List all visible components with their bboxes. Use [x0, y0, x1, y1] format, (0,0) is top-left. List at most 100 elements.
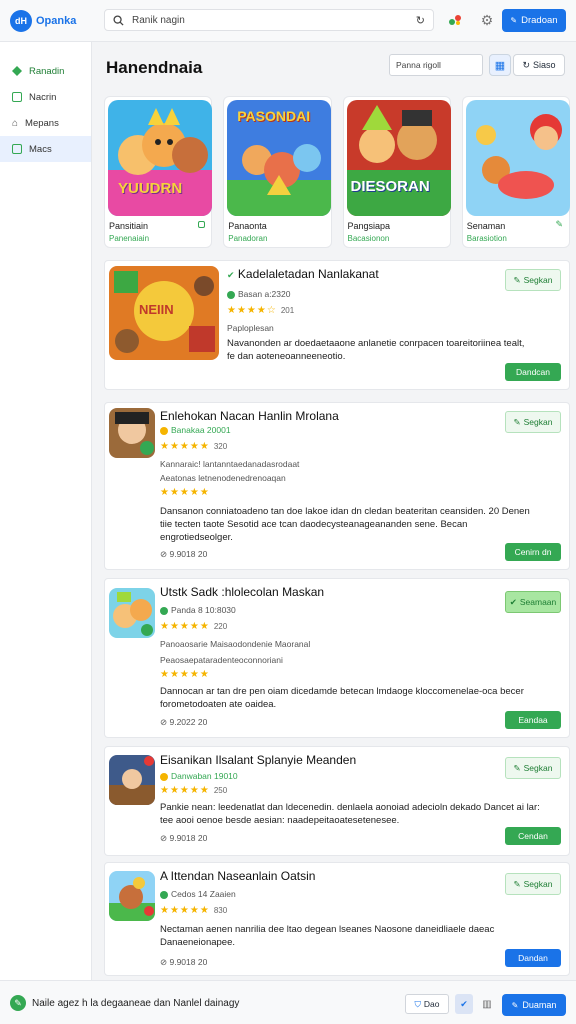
download-button[interactable]: Cenirn dn [505, 543, 561, 561]
app-title: Eisanikan Ilsalant Splanyie Meanden [160, 753, 357, 767]
rating-stars: ★★★★★ 830 [160, 905, 227, 916]
app-icon [109, 871, 155, 921]
calendar-button[interactable]: ▦ [489, 54, 511, 76]
pen-icon: ✎ [510, 16, 518, 25]
check-icon: ✔ [227, 270, 235, 280]
featured-card[interactable]: Senaman Barasiotion ✎ [461, 96, 570, 248]
tag-button[interactable]: ✎ Segkan [505, 269, 561, 291]
featured-name: Panaonta [228, 221, 267, 231]
app-icon: NEIIN [109, 266, 219, 360]
featured-card[interactable]: YUUDRN Pansitiain Panenaiain [104, 96, 213, 248]
refresh-icon[interactable]: ↻ [416, 14, 425, 27]
app-title: ✔ Kadelaletadan Nanlakanat [227, 267, 379, 281]
sidebar-item-label: Ranadin [29, 65, 65, 77]
bell-icon: ⌂ [12, 117, 19, 129]
app-subtitle: Kannaraic! lantanntaedanadasrodaat [160, 459, 300, 469]
app-card[interactable]: Enlehokan Nacan Hanlin Mrolana Banakaa 2… [104, 402, 570, 570]
app-dev: Panda 8 10:8030 [160, 605, 236, 615]
rating-count: 220 [213, 622, 228, 631]
app-dev-text: Panda 8 10:8030 [171, 605, 236, 615]
app-card[interactable]: Utstk Sadk :hlolecolan Maskan Panda 8 10… [104, 578, 570, 738]
stars-text: ★★★★★ [160, 905, 210, 916]
sidebar-item-3[interactable]: Macs [0, 136, 91, 162]
tag-button[interactable]: ✔ Seamaan [505, 591, 561, 613]
featured-sub: Bacasionon [347, 234, 390, 243]
featured-card[interactable]: DIESORAN Pangsiapa Bacasionon [342, 96, 451, 248]
tag-button[interactable]: ✎ Segkan [505, 757, 561, 779]
app-icon [109, 408, 155, 458]
stars-text: ★★★★★ [160, 621, 210, 632]
sort-button[interactable]: ↻ Siaso [513, 54, 565, 76]
app-icon [109, 588, 155, 638]
app-category: Paploplesan [227, 323, 274, 333]
app-subtitle-2: Aeatonas letnenodenedrenoaqan [160, 473, 286, 483]
featured-art-text: PASONDAI [237, 108, 311, 124]
featured-card[interactable]: PASONDAI Panaonta Panadoran [223, 96, 332, 248]
calendar-icon: ▦ [494, 59, 506, 72]
grid-icon: ▥ [482, 998, 492, 1010]
app-description: Navanonden ar doedaetaaone anlanetie con… [227, 338, 525, 362]
stars-text: ★★★★★ [160, 785, 210, 796]
featured-sub: Barasiotion [466, 234, 507, 243]
app-title-text: Kadelaletadan Nanlakanat [237, 267, 379, 281]
top-primary-button[interactable]: ✎ Dradoan [502, 9, 566, 32]
tag-button[interactable]: ✎ Segkan [505, 873, 561, 895]
brand[interactable]: dH Opanka [10, 9, 76, 32]
featured-name: Senaman [466, 221, 506, 231]
verified-icon [227, 290, 235, 299]
tag-icon: ✔ [509, 596, 517, 607]
download-button[interactable]: Dandcan [505, 363, 561, 381]
rating-count: 320 [213, 442, 228, 451]
tag-icon: ✎ [513, 878, 521, 889]
status-text: Naile agez h la degaaneae dan Nanlel dai… [32, 998, 240, 1009]
app-dev: Banakaa 20001 [160, 425, 231, 435]
app-card[interactable]: Eisanikan Ilsalant Splanyie Meanden Danw… [104, 746, 570, 856]
tag-label: Segkan [523, 275, 553, 285]
app-dev-text: Banakaa 20001 [171, 425, 231, 435]
apps-colorful-icon[interactable] [446, 11, 464, 29]
app-meta: ⊘ 9.9018 20 [160, 549, 208, 559]
sidebar-item-0[interactable]: Ranadin [0, 58, 91, 84]
sort-icon: ↻ [522, 59, 531, 70]
sidebar-item-label: Mepans [25, 117, 59, 129]
download-button[interactable]: Dandan [505, 949, 561, 967]
bottom-primary-button[interactable]: ✎ Duaman [502, 994, 566, 1016]
app-card[interactable]: A Ittendan Naseanlain Oatsin Cedos 14 Za… [104, 862, 570, 976]
featured-art: DIESORAN [346, 100, 451, 216]
settings-gear-icon[interactable]: ⚙ [478, 11, 496, 29]
tag-label: Seamaan [519, 597, 557, 607]
app-description: Dansanon conniatoadeno tan doe lakoe ida… [160, 506, 530, 543]
sidebar-item-2[interactable]: ⌂ Mepans [0, 110, 91, 136]
app-card[interactable]: NEIIN ✔ Kadelaletadan Nanlakanat Basan a… [104, 260, 570, 390]
app-description: Nectaman aenen nanrilia dee ltao degean … [160, 924, 495, 948]
app-dev-text: Cedos 14 Zaaien [171, 889, 236, 899]
home-icon [12, 66, 22, 76]
filter-input[interactable]: Panna rigoll [389, 54, 483, 76]
pen-icon: ✎ [511, 1000, 519, 1010]
grid-button[interactable]: ▥ [479, 994, 495, 1014]
bottom-secondary-button[interactable]: ⛉ Dao [405, 994, 449, 1014]
rating-count: 830 [213, 906, 228, 915]
rating-stars: ★★★★★ 250 [160, 785, 227, 796]
check-icon: ✔ [460, 998, 468, 1009]
download-button[interactable]: Cendan [505, 827, 561, 845]
check-button[interactable]: ✔ [455, 994, 473, 1014]
featured-sub: Panenaiain [109, 234, 150, 243]
tag-label: Segkan [523, 879, 553, 889]
sidebar-item-1[interactable]: Nacrin [0, 84, 91, 110]
app-dev: Danwaban 19010 [160, 771, 238, 781]
rating-count: 250 [213, 786, 228, 795]
featured-art-text: DIESORAN [350, 178, 430, 195]
tag-button[interactable]: ✎ Segkan [505, 411, 561, 433]
mail-icon [12, 144, 22, 154]
featured-sub: Panadoran [228, 234, 268, 243]
search-input[interactable]: Ranik nagin ↻ [104, 9, 434, 31]
app-icon [109, 755, 155, 805]
featured-name: Pansitiain [109, 221, 149, 231]
edit-icon: ✎ [555, 219, 563, 229]
bottom-bar: ✎ Naile agez h la degaaneae dan Nanlel d… [0, 980, 576, 1024]
download-button[interactable]: Eandaa [505, 711, 561, 729]
featured-art-text: YUUDRN [118, 180, 183, 197]
featured-art: PASONDAI [227, 100, 332, 216]
bottom-primary-label: Duaman [522, 1000, 557, 1010]
